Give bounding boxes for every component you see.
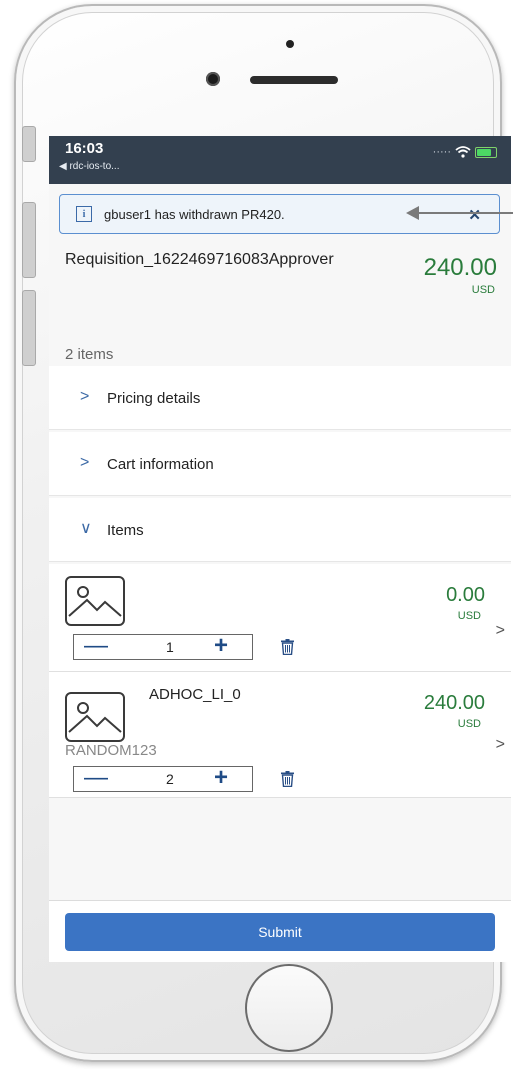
quantity-value[interactable]: 1: [166, 639, 174, 655]
mute-switch: [22, 126, 36, 162]
trash-icon[interactable]: [281, 771, 294, 787]
decrement-button[interactable]: —: [84, 632, 108, 660]
back-to-app-link[interactable]: ◀ rdc-ios-to...: [59, 161, 119, 172]
section-pricing-details[interactable]: > Pricing details: [49, 366, 511, 430]
submit-button[interactable]: Submit: [65, 913, 495, 951]
status-time: 16:03: [65, 140, 104, 157]
section-label: Cart information: [107, 456, 214, 473]
quantity-stepper: — 2 +: [73, 764, 253, 792]
item-name: ADHOC_LI_0: [149, 686, 241, 703]
earpiece-speaker: [250, 76, 338, 84]
image-placeholder-icon: [65, 692, 125, 742]
line-item-1[interactable]: 0.00 USD > — 1 +: [49, 564, 511, 672]
status-bar: 16:03 ◀ rdc-ios-to... ·····: [49, 136, 511, 184]
requisition-title: Requisition_1622469716083Approver: [65, 251, 334, 268]
item-currency: USD: [457, 610, 481, 622]
info-icon: i: [76, 206, 92, 222]
item-currency: USD: [457, 718, 481, 730]
trash-icon[interactable]: [281, 639, 294, 655]
app-screen: 16:03 ◀ rdc-ios-to... ····· i gbuser1 ha…: [49, 136, 511, 962]
chevron-right-icon: >: [80, 388, 90, 405]
quantity-value[interactable]: 2: [166, 771, 174, 787]
item-amount: 0.00: [446, 584, 485, 606]
toast-message: gbuser1 has withdrawn PR420.: [104, 206, 285, 222]
increment-button[interactable]: +: [214, 764, 228, 792]
item-supplier: RANDOM123: [65, 742, 157, 759]
section-items[interactable]: ∨ Items: [49, 498, 511, 562]
home-button[interactable]: [245, 964, 333, 1052]
volume-down-button: [22, 290, 36, 366]
line-item-2[interactable]: ADHOC_LI_0 RANDOM123 240.00 USD > — 2 +: [49, 672, 511, 798]
image-placeholder-icon: [65, 576, 125, 626]
wifi-icon: [455, 146, 471, 158]
increment-button[interactable]: +: [214, 632, 228, 660]
notification-toast: i gbuser1 has withdrawn PR420. ✕: [59, 194, 500, 234]
item-amount: 240.00: [423, 692, 485, 714]
close-icon[interactable]: ✕: [468, 206, 481, 224]
section-label: Pricing details: [107, 390, 201, 407]
chevron-right-icon[interactable]: >: [496, 736, 505, 754]
proximity-sensor: [286, 40, 294, 48]
battery-icon: [475, 146, 497, 158]
quantity-stepper: — 1 +: [73, 632, 253, 660]
items-count: 2 items: [65, 346, 114, 363]
front-camera: [206, 72, 220, 86]
chevron-right-icon: >: [80, 454, 90, 471]
volume-up-button: [22, 202, 36, 278]
requisition-header: Requisition_1622469716083Approver 240.00…: [49, 240, 511, 363]
section-label: Items: [107, 522, 144, 539]
annotation-arrow: [406, 206, 513, 220]
status-indicators: ·····: [433, 146, 497, 158]
chevron-right-icon[interactable]: >: [496, 622, 505, 640]
chevron-down-icon: ∨: [80, 520, 92, 537]
footer-bar: Submit: [49, 900, 511, 962]
requisition-amount: 240.00: [423, 254, 497, 281]
section-cart-information[interactable]: > Cart information: [49, 432, 511, 496]
decrement-button[interactable]: —: [84, 764, 108, 792]
signal-dots: ·····: [432, 146, 451, 158]
requisition-currency: USD: [471, 284, 495, 296]
